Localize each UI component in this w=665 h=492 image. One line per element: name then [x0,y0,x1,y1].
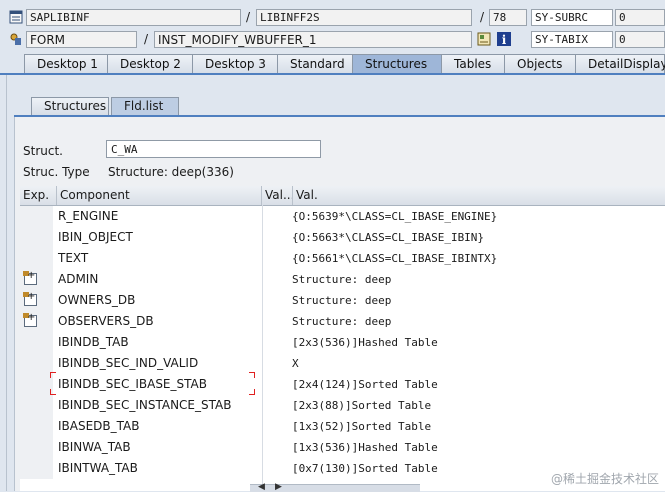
expand-cell [20,458,53,479]
component-name[interactable]: IBINDB_SEC_INSTANCE_STAB [58,395,231,416]
separator: / [144,32,149,46]
component-name[interactable]: IBINDB_TAB [58,332,129,353]
table-row[interactable]: IBINDB_SEC_INSTANCE_STAB [2x3(88)]Sorted … [20,395,665,416]
selection-corner-br [249,389,255,395]
struct-label: Struct. [23,144,63,158]
expand-cell [20,311,53,332]
component-value[interactable]: [2x3(88)]Sorted Table [292,395,431,416]
expand-cell [20,206,53,227]
tab-desktop-1[interactable]: Desktop 1 [24,54,111,73]
expand-cell [20,437,53,458]
tab-structures[interactable]: Structures [352,54,442,73]
program-icon[interactable] [9,10,23,24]
col-header-val[interactable]: Val. [293,186,665,205]
expand-cell [20,395,53,416]
table-row[interactable]: IBINWA_TAB [1x3(536)]Hashed Table [20,437,665,458]
col-header-component[interactable]: Component [57,186,262,205]
table-row[interactable]: IBINDB_SEC_IBASE_STAB [2x4(124)]Sorted Ta… [20,374,665,395]
sysval-field-1[interactable]: 0 [615,9,665,26]
component-value[interactable]: Structure: deep [292,269,391,290]
table-row[interactable]: ADMIN Structure: deep [20,269,665,290]
struct-input[interactable]: C_WA [106,140,321,158]
expand-cell [20,332,53,353]
expand-cell [20,290,53,311]
table-row[interactable]: TEXT {O:5661*\CLASS=CL_IBASE_IBINTX} [20,248,665,269]
expand-cell [20,269,53,290]
component-value[interactable]: {O:5639*\CLASS=CL_IBASE_ENGINE} [292,206,497,227]
component-value[interactable]: {O:5661*\CLASS=CL_IBASE_IBINTX} [292,248,497,269]
structures-panel: Structures Fld.list Struct. C_WA Struc. … [6,75,665,491]
table-row[interactable]: IBIN_OBJECT {O:5663*\CLASS=CL_IBASE_IBIN} [20,227,665,248]
component-name[interactable]: ADMIN [58,269,98,290]
col-header-exp[interactable]: Exp. [20,186,57,205]
expand-cell [20,374,53,395]
expand-structure-icon[interactable] [23,270,37,285]
component-value[interactable]: [2x4(124)]Sorted Table [292,374,438,395]
expand-structure-icon[interactable] [23,312,37,327]
struct-type-value: Structure: deep(336) [108,165,234,179]
tab-standard[interactable]: Standard [277,54,354,73]
component-name[interactable]: IBINWA_TAB [58,437,131,458]
col-header-val-short[interactable]: Val... [262,186,293,205]
event-type-field[interactable]: FORM [26,31,137,48]
main-tabstrip: Desktop 1 Desktop 2 Desktop 3 Standard S… [0,54,665,74]
tab-detail-display[interactable]: DetailDisplay [575,54,665,73]
selection-corner-bl [50,389,56,395]
program-field[interactable]: SAPLIBINF [26,9,241,26]
component-name[interactable]: IBASEDB_TAB [58,416,140,437]
component-value[interactable]: [1x3(536)]Hashed Table [292,437,438,458]
tab-desktop-2[interactable]: Desktop 2 [107,54,193,73]
tab-desktop-3[interactable]: Desktop 3 [192,54,278,73]
separator: / [480,10,485,24]
expand-structure-icon[interactable] [23,291,37,306]
table-row[interactable]: IBINDB_TAB [2x3(536)]Hashed Table [20,332,665,353]
component-table: Exp. Component Val... Val. R_ENGINE {O:56… [20,186,665,491]
separator: / [246,10,251,24]
expand-cell [20,353,53,374]
component-value[interactable]: Structure: deep [292,290,391,311]
expand-cell [20,227,53,248]
component-name[interactable]: R_ENGINE [58,206,118,227]
component-name[interactable]: IBIN_OBJECT [58,227,133,248]
component-value[interactable]: {O:5663*\CLASS=CL_IBASE_IBIN} [292,227,484,248]
sysval-field-2[interactable]: 0 [615,31,665,48]
svg-text:i: i [502,33,507,46]
component-value[interactable]: Structure: deep [292,311,391,332]
component-name[interactable]: IBINDB_SEC_IND_VALID [58,353,198,374]
component-name[interactable]: IBINTWA_TAB [58,458,138,479]
table-row[interactable]: IBASEDB_TAB [1x3(52)]Sorted Table [20,416,665,437]
selection-corner-tl [50,372,56,378]
component-name[interactable]: OBSERVERS_DB [58,311,154,332]
component-value[interactable]: [0x7(130)]Sorted Table [292,458,438,479]
component-name[interactable]: OWNERS_DB [58,290,135,311]
selection-corner-tr [249,372,255,378]
expand-cell [20,416,53,437]
component-value[interactable]: [1x3(52)]Sorted Table [292,416,431,437]
component-name[interactable]: IBINDB_SEC_IBASE_STAB [58,374,207,395]
struct-type-label: Struc. Type [23,165,90,179]
component-name[interactable]: TEXT [58,248,88,269]
watermark: @稀土掘金技术社区 [550,472,659,486]
table-row[interactable]: OBSERVERS_DB Structure: deep [20,311,665,332]
include-field[interactable]: LIBINFF2S [256,9,472,26]
info-icon[interactable]: i [497,32,511,46]
sysvar-field-2[interactable]: SY-TABIX [531,31,613,48]
table-header: Exp. Component Val... Val. [20,186,665,206]
tab-objects[interactable]: Objects [504,54,576,73]
line-field[interactable]: 78 [489,9,527,26]
tab-tables[interactable]: Tables [441,54,505,73]
subtab-structures[interactable]: Structures [31,97,109,115]
table-row[interactable]: OWNERS_DB Structure: deep [20,290,665,311]
source-icon[interactable] [477,32,491,46]
component-value[interactable]: X [292,353,299,374]
subtab-field-list[interactable]: Fld.list [111,97,179,115]
component-value[interactable]: [2x3(536)]Hashed Table [292,332,438,353]
field-list-area: Struct. C_WA Struc. Type Structure: deep… [14,117,665,491]
sysvar-field-1[interactable]: SY-SUBRC [531,9,613,26]
table-row[interactable]: R_ENGINE {O:5639*\CLASS=CL_IBASE_ENGINE} [20,206,665,227]
expand-cell [20,248,53,269]
event-name-field[interactable]: INST_MODIFY_WBUFFER_1 [154,31,472,48]
table-row[interactable]: IBINDB_SEC_IND_VALID X [20,353,665,374]
form-icon[interactable] [9,32,23,46]
